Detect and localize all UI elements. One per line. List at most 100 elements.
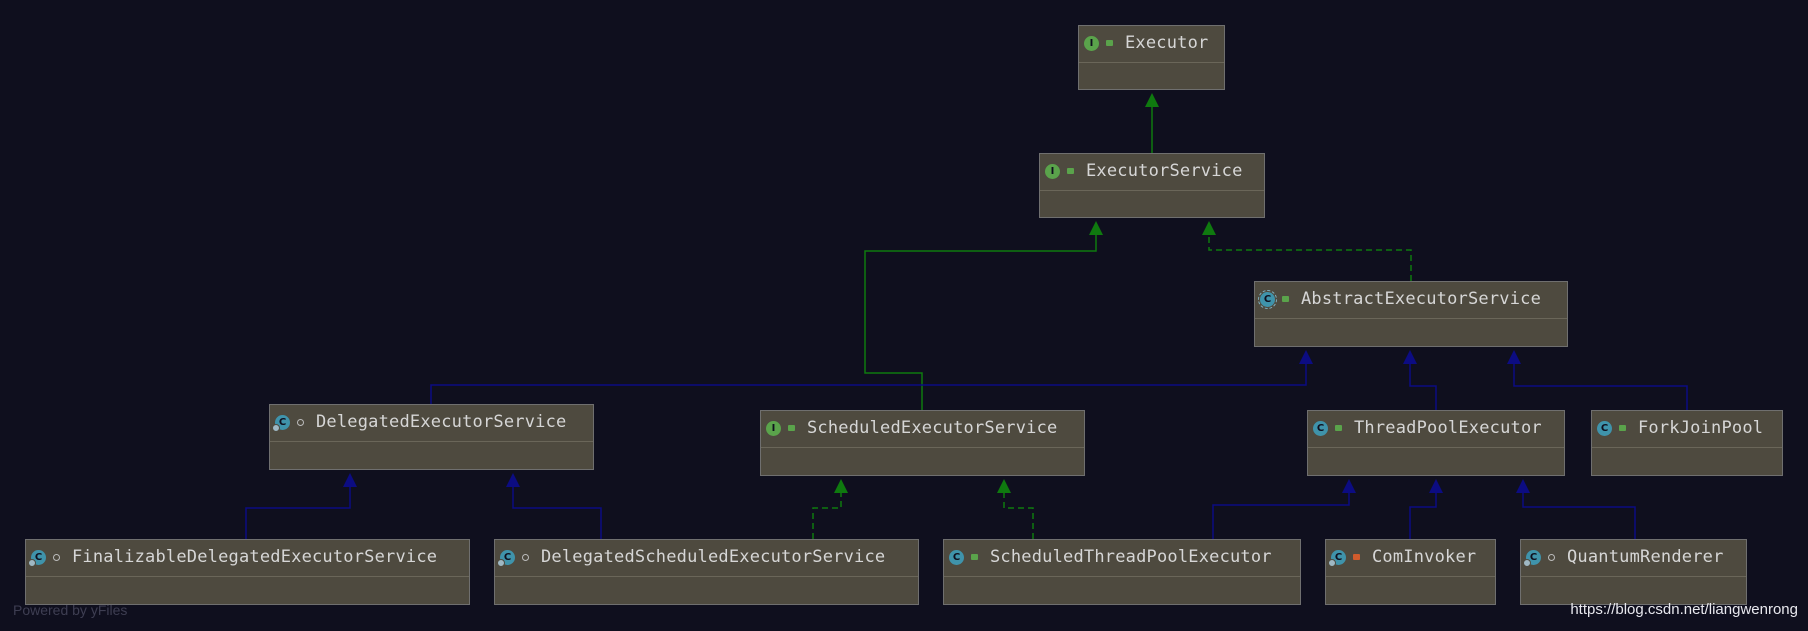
edge-line xyxy=(812,492,842,539)
package-visibility-icon xyxy=(519,551,531,563)
class-icon: C xyxy=(1313,420,1328,436)
class-icon: C xyxy=(497,549,515,567)
node-header: C FinalizableDelegatedExecutorService xyxy=(26,540,469,574)
node-header: C DelegatedExecutorService xyxy=(270,405,593,439)
node-members-section xyxy=(1592,447,1782,448)
edge-line xyxy=(1003,492,1034,539)
public-lock-icon xyxy=(1332,422,1344,434)
edge-arrowhead xyxy=(1089,221,1103,235)
node-name: ScheduledExecutorService xyxy=(807,418,1058,438)
edge-com-invoker-to-thread-pool-executor xyxy=(1409,479,1443,539)
package-visibility-icon xyxy=(294,416,306,428)
edge-line xyxy=(512,486,602,539)
node-header: C AbstractExecutorService xyxy=(1255,282,1567,316)
package-visibility-icon xyxy=(50,551,62,563)
edge-arrowhead xyxy=(1516,479,1530,493)
public-lock-icon xyxy=(968,551,980,563)
node-fork-join-pool[interactable]: C ForkJoinPool xyxy=(1591,410,1783,476)
edge-line xyxy=(1409,492,1437,539)
edge-arrowhead xyxy=(1299,350,1313,364)
edge-scheduled-thread-pool-executor-to-scheduled-executor-service xyxy=(997,479,1034,539)
edge-line xyxy=(430,363,1307,404)
uml-diagram-canvas[interactable]: I Executor I ExecutorService C AbstractExecut… xyxy=(0,0,1808,631)
interface-icon: I xyxy=(1084,35,1099,51)
node-name: DelegatedScheduledExecutorService xyxy=(541,547,886,567)
interface-icon: I xyxy=(766,420,781,436)
node-members-section xyxy=(270,441,593,442)
node-name: QuantumRenderer xyxy=(1567,547,1724,567)
node-header: C ThreadPoolExecutor xyxy=(1308,411,1564,445)
abstract-class-icon: C xyxy=(1258,289,1277,309)
node-executor[interactable]: I Executor xyxy=(1078,25,1225,90)
edge-line xyxy=(1212,492,1350,539)
node-name: ExecutorService xyxy=(1086,161,1243,181)
public-lock-icon xyxy=(1616,422,1628,434)
interface-icon: I xyxy=(1045,163,1060,179)
node-members-section xyxy=(1079,62,1224,63)
public-lock-icon xyxy=(785,422,797,434)
class-icon: C xyxy=(1597,420,1612,436)
powered-by-label: Powered by yFiles xyxy=(13,602,128,618)
node-executor-service[interactable]: I ExecutorService xyxy=(1039,153,1265,218)
edge-executor-service-to-executor xyxy=(1145,93,1159,153)
node-members-section xyxy=(1308,447,1564,448)
watermark-url: https://blog.csdn.net/liangwenrong xyxy=(1570,601,1798,618)
node-members-section xyxy=(1255,318,1567,319)
edge-arrowhead xyxy=(1145,93,1159,107)
edge-finalizable-delegated-executor-service-to-delegated-executor-service xyxy=(245,473,357,539)
node-name: AbstractExecutorService xyxy=(1301,289,1542,309)
edge-arrowhead xyxy=(997,479,1011,493)
public-lock-icon xyxy=(1064,165,1076,177)
node-members-section xyxy=(944,576,1300,577)
node-com-invoker[interactable]: C ComInvoker xyxy=(1325,539,1496,605)
edge-line xyxy=(1409,363,1437,410)
edge-delegated-scheduled-executor-service-to-delegated-executor-service xyxy=(506,473,602,539)
edge-quantum-renderer-to-thread-pool-executor xyxy=(1516,479,1636,539)
edge-line xyxy=(1513,363,1688,410)
node-members-section xyxy=(1521,576,1746,577)
node-members-section xyxy=(495,576,918,577)
private-lock-icon xyxy=(1350,551,1362,563)
node-name: FinalizableDelegatedExecutorService xyxy=(72,547,438,567)
public-lock-icon xyxy=(1279,293,1291,305)
edge-line xyxy=(1208,234,1412,281)
node-members-section xyxy=(1040,190,1264,191)
edge-arrowhead xyxy=(506,473,520,487)
edge-arrowhead xyxy=(1202,221,1216,235)
class-icon: C xyxy=(28,549,46,567)
node-header: C ScheduledThreadPoolExecutor xyxy=(944,540,1300,574)
edge-fork-join-pool-to-abstract-executor-service xyxy=(1507,350,1688,410)
node-delegated-executor-service[interactable]: C DelegatedExecutorService xyxy=(269,404,594,470)
edge-scheduled-thread-pool-executor-to-thread-pool-executor xyxy=(1212,479,1356,539)
node-scheduled-thread-pool-executor[interactable]: C ScheduledThreadPoolExecutor xyxy=(943,539,1301,605)
node-header: C ComInvoker xyxy=(1326,540,1495,574)
node-header: C QuantumRenderer xyxy=(1521,540,1746,574)
public-lock-icon xyxy=(1103,37,1115,49)
node-header: I Executor xyxy=(1079,26,1224,60)
class-icon: C xyxy=(949,549,964,565)
class-icon: C xyxy=(272,414,290,432)
node-name: DelegatedExecutorService xyxy=(316,412,567,432)
node-abstract-executor-service[interactable]: C AbstractExecutorService xyxy=(1254,281,1568,347)
node-scheduled-executor-service[interactable]: I ScheduledExecutorService xyxy=(760,410,1085,476)
node-name: ForkJoinPool xyxy=(1638,418,1764,438)
node-thread-pool-executor[interactable]: C ThreadPoolExecutor xyxy=(1307,410,1565,476)
edge-line xyxy=(864,234,1097,410)
node-name: ThreadPoolExecutor xyxy=(1354,418,1542,438)
edge-delegated-executor-service-to-abstract-executor-service xyxy=(430,350,1313,404)
edge-arrowhead xyxy=(1342,479,1356,493)
node-header: C DelegatedScheduledExecutorService xyxy=(495,540,918,574)
edge-line xyxy=(245,486,351,539)
node-name: ScheduledThreadPoolExecutor xyxy=(990,547,1272,567)
class-icon: C xyxy=(1328,549,1346,567)
edge-scheduled-executor-service-to-executor-service xyxy=(864,221,1103,410)
edge-arrowhead xyxy=(834,479,848,493)
node-quantum-renderer[interactable]: C QuantumRenderer xyxy=(1520,539,1747,605)
node-finalizable-delegated-executor-service[interactable]: C FinalizableDelegatedExecutorService xyxy=(25,539,470,605)
edge-arrowhead xyxy=(1429,479,1443,493)
edge-abstract-executor-service-to-executor-service xyxy=(1202,221,1412,281)
edge-thread-pool-executor-to-abstract-executor-service xyxy=(1403,350,1437,410)
node-header: C ForkJoinPool xyxy=(1592,411,1782,445)
node-delegated-scheduled-executor-service[interactable]: C DelegatedScheduledExecutorService xyxy=(494,539,919,605)
class-icon: C xyxy=(1523,549,1541,567)
